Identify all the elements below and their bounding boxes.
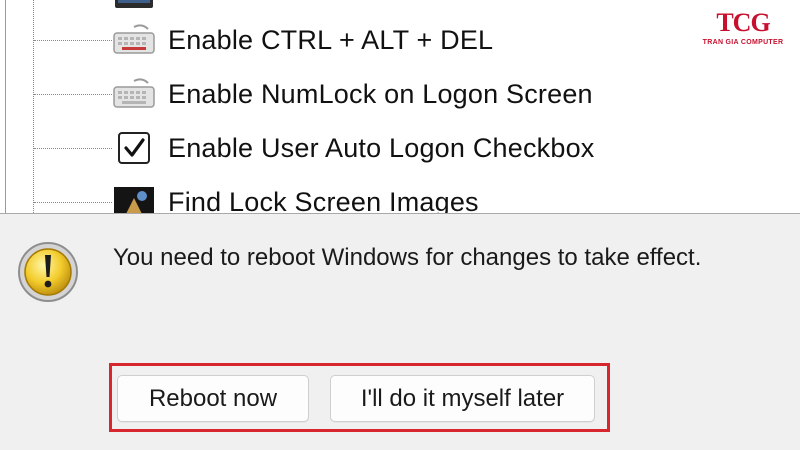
tree-item-label: Enable User Auto Logon Checkbox bbox=[168, 132, 595, 163]
tree-item-partial[interactable] bbox=[34, 0, 654, 14]
reboot-now-button[interactable]: Reboot now bbox=[117, 375, 309, 422]
checkbox-checked-icon[interactable] bbox=[118, 132, 150, 164]
logo-mark: TCG bbox=[716, 8, 770, 37]
keyboard-icon bbox=[112, 74, 156, 114]
image-icon bbox=[112, 182, 156, 213]
computer-icon bbox=[112, 0, 156, 14]
settings-tree: Enable CTRL + ALT + DEL Enable NumLock o… bbox=[0, 0, 800, 214]
tree-item-enable-numlock[interactable]: Enable NumLock on Logon Screen bbox=[34, 74, 654, 114]
tree-item-label: Find Lock Screen Images bbox=[168, 186, 479, 214]
tree-item-label: Enable NumLock on Logon Screen bbox=[168, 78, 593, 109]
tree-frame-line bbox=[5, 0, 6, 213]
tree-item-label: Enable CTRL + ALT + DEL bbox=[168, 24, 494, 55]
reboot-later-button[interactable]: I'll do it myself later bbox=[330, 375, 595, 422]
warning-icon bbox=[16, 240, 80, 304]
tree-item-find-lock-screen-images[interactable]: Find Lock Screen Images bbox=[34, 182, 654, 214]
brand-logo: TCG TRAN GIA COMPUTER bbox=[702, 10, 784, 50]
logo-subtitle: TRAN GIA COMPUTER bbox=[702, 39, 784, 46]
dialog-message: You need to reboot Windows for changes t… bbox=[113, 244, 702, 271]
tree-item-enable-ctrl-alt-del[interactable]: Enable CTRL + ALT + DEL bbox=[34, 20, 654, 60]
keyboard-icon bbox=[112, 20, 156, 60]
tree-item-enable-auto-logon[interactable]: Enable User Auto Logon Checkbox bbox=[34, 128, 654, 168]
